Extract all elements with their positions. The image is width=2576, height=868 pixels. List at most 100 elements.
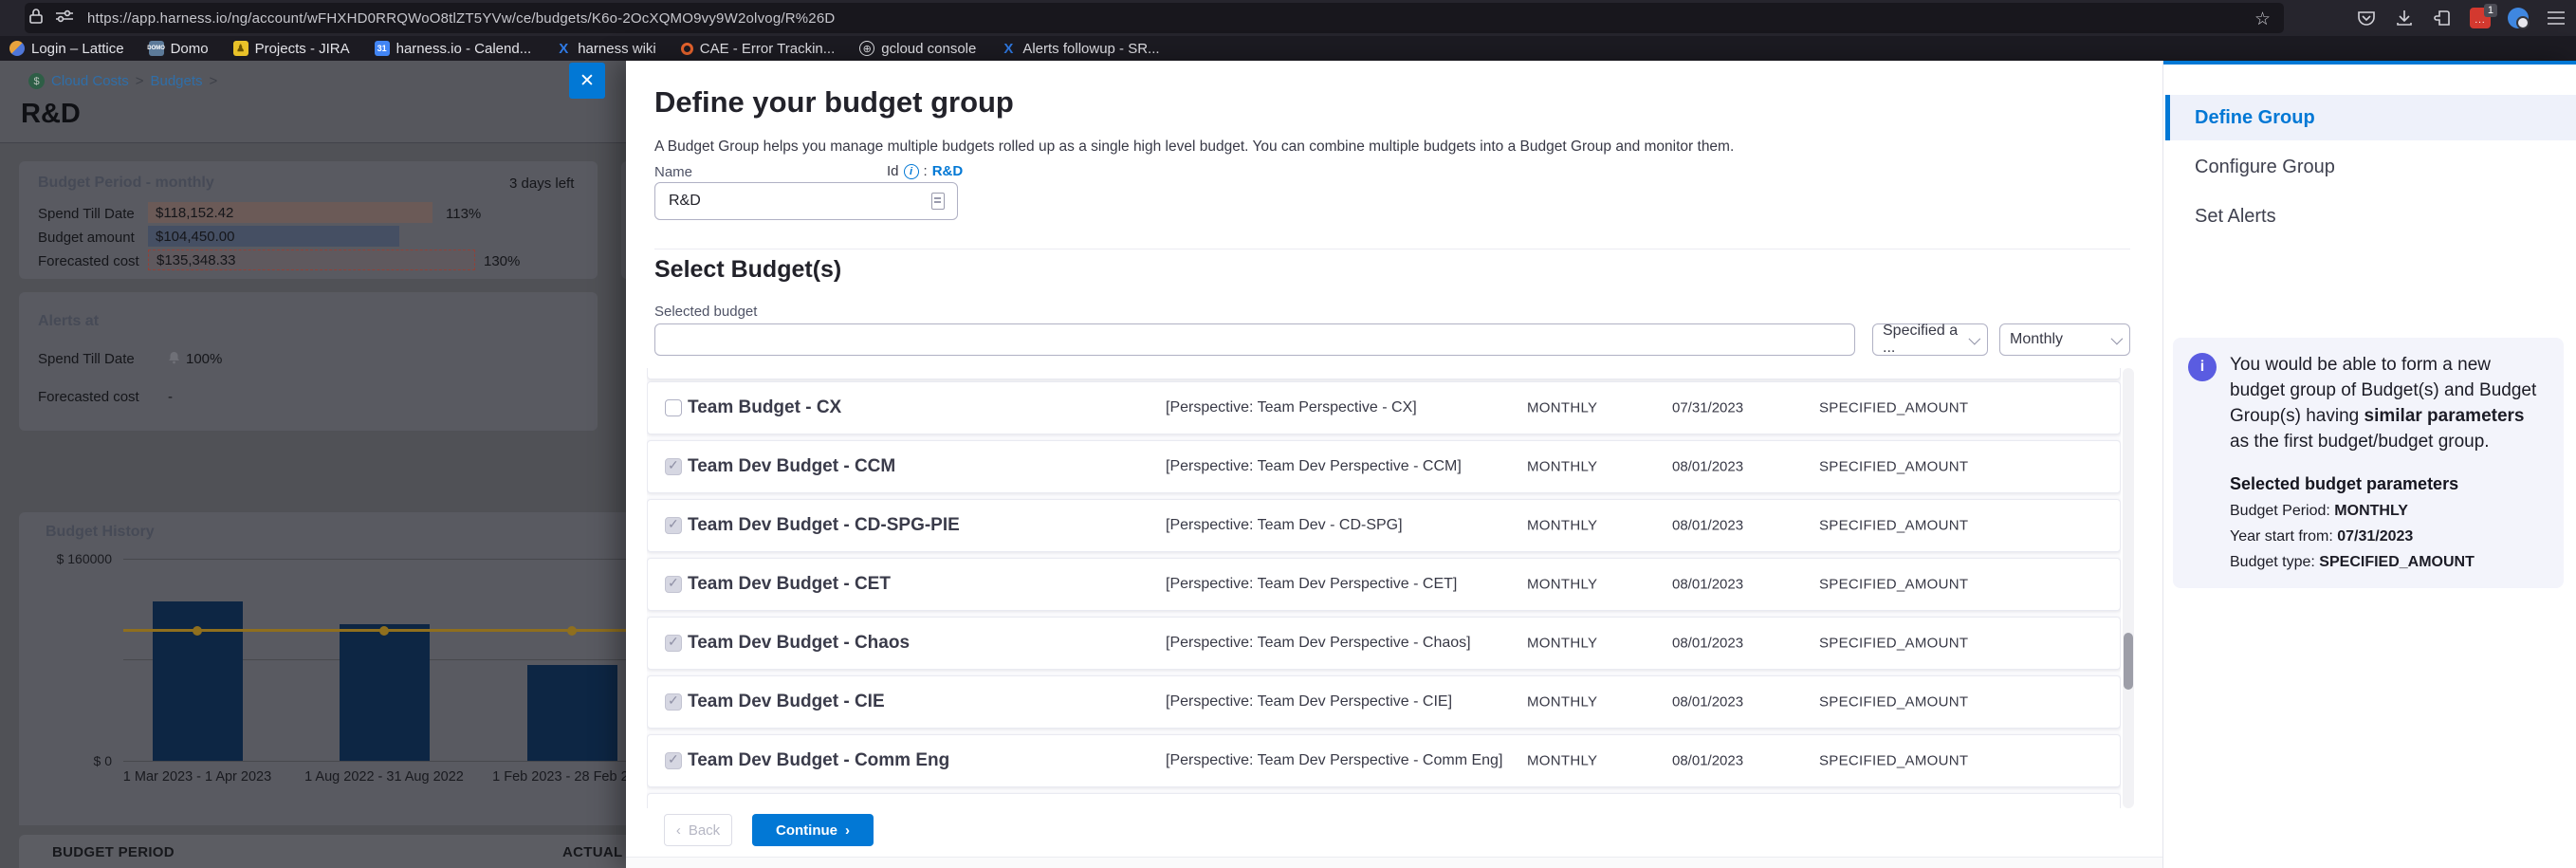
budget-period: MONTHLY (1527, 518, 1597, 534)
page-title: R&D (21, 99, 81, 130)
param-budget-period: Budget Period: MONTHLY (2230, 503, 2547, 520)
partial-row-bottom (647, 793, 2121, 808)
id-value: R&D (932, 163, 964, 179)
budget-period: MONTHLY (1527, 636, 1597, 652)
continue-button[interactable]: Continue › (752, 814, 874, 846)
budget-perspective: [Perspective: Team Dev Perspective - CET… (1166, 576, 1457, 593)
alerts-title: Alerts at (38, 313, 99, 330)
breadcrumb-cloud-costs[interactable]: Cloud Costs (51, 73, 129, 89)
browser-toolbar: https://app.harness.io/ng/account/wFHXHD… (0, 0, 2576, 36)
budget-type: SPECIFIED_AMOUNT (1819, 459, 1968, 475)
budget-checkbox[interactable] (665, 693, 682, 711)
pocket-icon[interactable] (2356, 8, 2377, 28)
params-title: Selected budget parameters (2230, 474, 2547, 494)
param-budget-type: Budget type: SPECIFIED_AMOUNT (2230, 554, 2547, 571)
budget-checkbox[interactable] (665, 399, 682, 416)
lock-icon[interactable] (28, 8, 44, 29)
menu-icon[interactable] (2546, 8, 2567, 28)
days-left: 3 days left (509, 175, 574, 192)
back-button[interactable]: ‹ Back (664, 814, 732, 846)
url-text[interactable]: https://app.harness.io/ng/account/wFHXHD… (87, 10, 835, 27)
budget-perspective: [Perspective: Team Dev Perspective - CCM… (1166, 458, 1462, 475)
ytick-top: $ 160000 (17, 551, 112, 566)
breadcrumb-budgets[interactable]: Budgets (150, 73, 202, 89)
chart-title: Budget History (46, 524, 155, 541)
budget-start-date: 08/01/2023 (1672, 518, 1743, 534)
budget-checkbox[interactable] (665, 576, 682, 593)
step-configure-group[interactable]: Configure Group (2165, 144, 2576, 190)
budget-start-date: 08/01/2023 (1672, 636, 1743, 652)
sentry-icon (681, 43, 693, 55)
info-paragraph: You would be able to form a new budget g… (2230, 353, 2547, 455)
bookmark-domo[interactable]: DOMODomo (149, 41, 209, 57)
domo-icon: DOMO (149, 41, 164, 56)
budget-type-dropdown[interactable]: Specified a ... (1872, 323, 1988, 356)
selected-budget-input[interactable] (654, 323, 1855, 356)
budget-row-cie[interactable]: Team Dev Budget - CIE [Perspective: Team… (647, 675, 2121, 729)
info-icon[interactable]: i (904, 164, 919, 179)
partial-row-top (647, 368, 2121, 379)
col-actual: ACTUAL (562, 844, 622, 860)
extension-icon[interactable] (2432, 8, 2453, 28)
selected-budget-label: Selected budget (654, 304, 757, 320)
budget-checkbox[interactable] (665, 752, 682, 769)
bookmark-calendar[interactable]: 31harness.io - Calend... (375, 41, 532, 57)
budget-perspective: [Perspective: Team Perspective - CX] (1166, 399, 1417, 416)
bookmark-gcloud[interactable]: ⊕gcloud console (859, 41, 976, 57)
list-scrollbar[interactable] (2123, 368, 2134, 808)
budget-name: Team Dev Budget - CIE (688, 692, 885, 712)
budget-checkbox[interactable] (665, 635, 682, 652)
url-bar[interactable]: https://app.harness.io/ng/account/wFHXHD… (25, 3, 2284, 33)
budget-perspective: [Perspective: Team Dev Perspective - Com… (1166, 752, 1502, 769)
bookmark-star-icon[interactable]: ☆ (2254, 9, 2271, 30)
budget-name: Team Dev Budget - CCM (688, 456, 895, 477)
bookmark-cae[interactable]: CAE - Error Trackin... (681, 41, 836, 57)
budget-table-header: BUDGET PERIOD ACTUAL (19, 835, 645, 868)
period-dropdown[interactable]: Monthly (1999, 323, 2130, 356)
budget-type: SPECIFIED_AMOUNT (1819, 400, 1968, 416)
screen: https://app.harness.io/ng/account/wFHXHD… (0, 0, 2576, 868)
permissions-sliders-icon[interactable] (55, 9, 74, 28)
budget-row-ccm[interactable]: Team Dev Budget - CCM [Perspective: Team… (647, 440, 2121, 493)
edit-id-icon[interactable] (931, 193, 945, 210)
page-header: $ Cloud Costs > Budgets > R&D (0, 61, 645, 143)
bookmark-alerts-followup[interactable]: XAlerts followup - SR... (1001, 41, 1159, 57)
budget-row-cet[interactable]: Team Dev Budget - CET [Perspective: Team… (647, 558, 2121, 611)
budget-row-chaos[interactable]: Team Dev Budget - Chaos [Perspective: Te… (647, 617, 2121, 670)
download-icon[interactable] (2394, 8, 2415, 28)
budget-row-cx[interactable]: Team Budget - CX [Perspective: Team Pers… (647, 381, 2121, 434)
confluence-icon: X (556, 41, 571, 56)
step-set-alerts[interactable]: Set Alerts (2165, 194, 2576, 239)
step-define-group[interactable]: Define Group (2165, 95, 2576, 140)
budget-row-cd-spg-pie[interactable]: Team Dev Budget - CD-SPG-PIE [Perspectiv… (647, 499, 2121, 552)
close-icon: ✕ (580, 70, 595, 92)
budget-checkbox[interactable] (665, 517, 682, 534)
budget-row-comm-eng[interactable]: Team Dev Budget - Comm Eng [Perspective:… (647, 734, 2121, 787)
close-button[interactable]: ✕ (569, 63, 605, 99)
name-input[interactable] (654, 182, 958, 220)
panel-accent-line (2163, 61, 2576, 65)
param-year-start: Year start from: 07/31/2023 (2230, 528, 2547, 545)
password-manager-icon[interactable]: ... 1 (2470, 8, 2491, 28)
budget-type: SPECIFIED_AMOUNT (1819, 518, 1968, 534)
lattice-icon (9, 41, 25, 56)
forecast-bar: $135,348.33 (148, 249, 475, 270)
modal-footer-strip (626, 857, 2162, 868)
bookmark-harness-wiki[interactable]: Xharness wiki (556, 41, 656, 57)
globe-icon: ⊕ (859, 41, 874, 56)
budget-type: SPECIFIED_AMOUNT (1819, 636, 1968, 652)
bookmark-lattice[interactable]: Login – Lattice (9, 41, 124, 57)
xlabel: 1 Feb 2023 - 28 Feb 2023 (458, 769, 645, 785)
bookmark-jira[interactable]: ♟Projects - JIRA (233, 41, 350, 57)
budget-period: MONTHLY (1527, 459, 1597, 475)
spend-bar: $118,152.42 (148, 202, 432, 223)
alerts-card: Alerts at Spend Till Date 100% Forecaste… (19, 292, 598, 431)
info-bubble-icon: i (2188, 353, 2217, 381)
calendar-icon: 31 (375, 41, 390, 56)
id-row: Id i : R&D (887, 163, 963, 179)
profile-extension-icon[interactable] (2508, 8, 2529, 28)
scrollbar-thumb[interactable] (2124, 633, 2133, 690)
budget-checkbox[interactable] (665, 458, 682, 475)
name-label: Name (654, 164, 692, 180)
select-budgets-heading: Select Budget(s) (654, 256, 841, 284)
